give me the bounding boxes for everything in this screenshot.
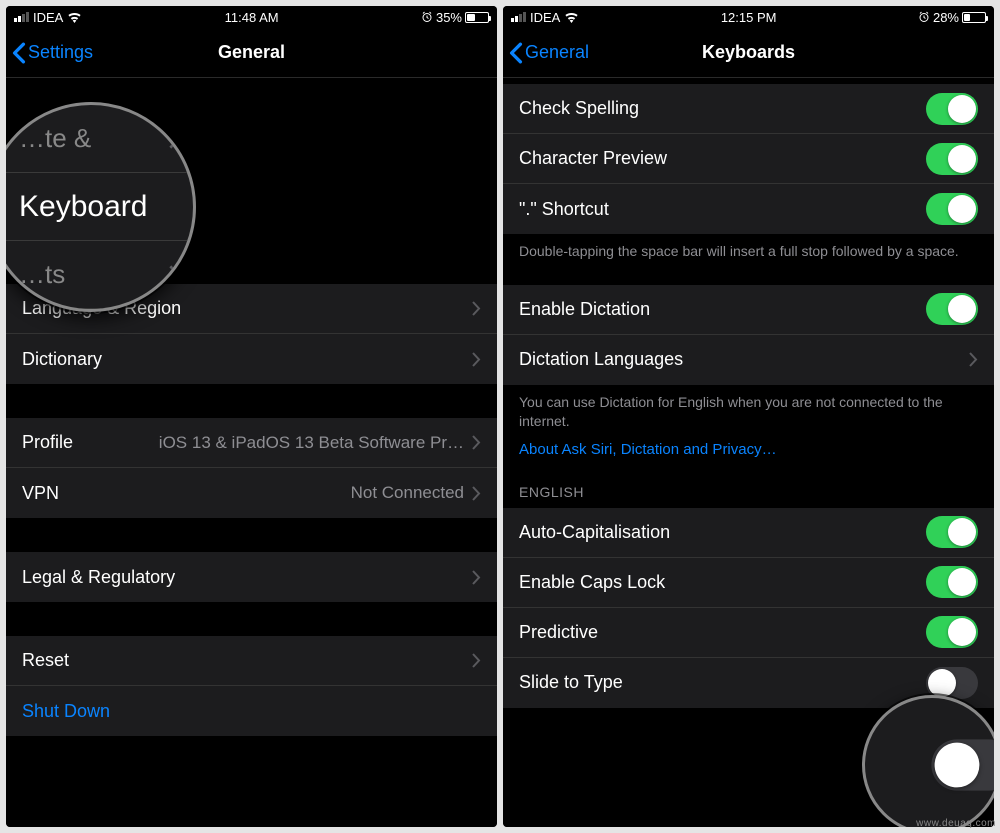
row-predictive[interactable]: Predictive xyxy=(503,608,994,658)
toggle-auto-capitalisation[interactable] xyxy=(926,516,978,548)
back-button[interactable]: Settings xyxy=(12,28,93,77)
chevron-right-icon xyxy=(472,352,481,367)
footer-shortcut: Double-tapping the space bar will insert… xyxy=(503,234,994,267)
chevron-right-icon xyxy=(472,301,481,316)
row-enable-dictation[interactable]: Enable Dictation xyxy=(503,285,994,335)
toggle-character-preview[interactable] xyxy=(926,143,978,175)
zoom-row-keyboard[interactable]: Keyboard xyxy=(6,173,193,241)
zoom-lens-slide-toggle xyxy=(862,695,994,827)
page-title: Keyboards xyxy=(702,42,795,63)
link-siri-privacy[interactable]: About Ask Siri, Dictation and Privacy… xyxy=(503,437,994,466)
chevron-right-icon xyxy=(472,486,481,501)
signal-icon xyxy=(14,12,29,22)
battery-pct: 35% xyxy=(436,10,462,25)
clock-label: 12:15 PM xyxy=(721,10,777,25)
row-enable-caps-lock[interactable]: Enable Caps Lock xyxy=(503,558,994,608)
phone-keyboards: IDEA 12:15 PM 28% General Keyboards Chec… xyxy=(503,6,994,827)
chevron-left-icon xyxy=(509,42,523,64)
toggle-check-spelling[interactable] xyxy=(926,93,978,125)
battery-icon xyxy=(962,12,986,23)
back-label: Settings xyxy=(28,42,93,63)
chevron-right-icon xyxy=(969,352,978,367)
toggle-slide-to-type-zoomed[interactable] xyxy=(931,739,994,790)
row-reset[interactable]: Reset xyxy=(6,636,497,686)
toggle-predictive[interactable] xyxy=(926,616,978,648)
wifi-icon xyxy=(67,12,82,23)
clock-label: 11:48 AM xyxy=(225,10,279,25)
page-title: General xyxy=(218,42,285,63)
chevron-right-icon xyxy=(472,435,481,450)
toggle-enable-dictation[interactable] xyxy=(926,293,978,325)
signal-icon xyxy=(511,12,526,22)
status-bar: IDEA 11:48 AM 35% xyxy=(6,6,497,28)
row-vpn[interactable]: VPN Not Connected xyxy=(6,468,497,518)
status-bar: IDEA 12:15 PM 28% xyxy=(503,6,994,28)
row-auto-capitalisation[interactable]: Auto-Capitalisation xyxy=(503,508,994,558)
row-period-shortcut[interactable]: "." Shortcut xyxy=(503,184,994,234)
row-dictation-languages[interactable]: Dictation Languages xyxy=(503,335,994,385)
vpn-value: Not Connected xyxy=(59,483,464,503)
carrier-label: IDEA xyxy=(33,10,63,25)
phone-general: IDEA 11:48 AM 35% Settings General Langu… xyxy=(6,6,497,827)
row-dictionary[interactable]: Dictionary xyxy=(6,334,497,384)
back-button[interactable]: General xyxy=(509,28,589,77)
profile-value: iOS 13 & iPadOS 13 Beta Software Pr… xyxy=(73,433,464,453)
row-legal[interactable]: Legal & Regulatory xyxy=(6,552,497,602)
row-profile[interactable]: Profile iOS 13 & iPadOS 13 Beta Software… xyxy=(6,418,497,468)
battery-pct: 28% xyxy=(933,10,959,25)
watermark: www.deuaq.com xyxy=(916,818,996,829)
wifi-icon xyxy=(564,12,579,23)
alarm-icon xyxy=(421,11,433,23)
footer-dictation: You can use Dictation for English when y… xyxy=(503,385,994,437)
chevron-right-icon xyxy=(472,570,481,585)
section-english-header: ENGLISH xyxy=(503,466,994,508)
chevron-left-icon xyxy=(12,42,26,64)
row-check-spelling[interactable]: Check Spelling xyxy=(503,84,994,134)
nav-header: Settings General xyxy=(6,28,497,78)
toggle-enable-caps-lock[interactable] xyxy=(926,566,978,598)
alarm-icon xyxy=(918,11,930,23)
toggle-period-shortcut[interactable] xyxy=(926,193,978,225)
toggle-slide-to-type[interactable] xyxy=(926,667,978,699)
back-label: General xyxy=(525,42,589,63)
row-shutdown[interactable]: Shut Down xyxy=(6,686,497,736)
carrier-label: IDEA xyxy=(530,10,560,25)
chevron-right-icon xyxy=(472,653,481,668)
row-character-preview[interactable]: Character Preview xyxy=(503,134,994,184)
battery-icon xyxy=(465,12,489,23)
nav-header: General Keyboards xyxy=(503,28,994,78)
